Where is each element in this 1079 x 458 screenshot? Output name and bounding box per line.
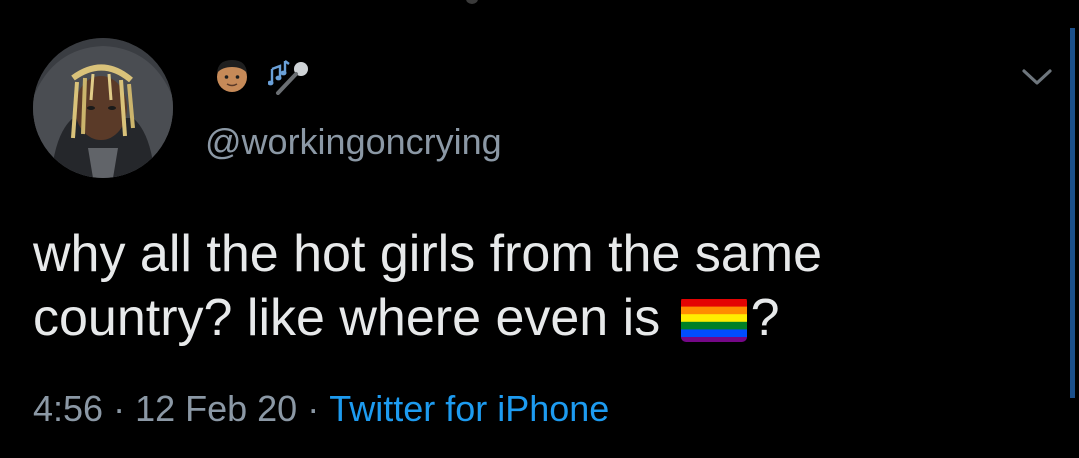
tweet-time[interactable]: 4:56 — [33, 388, 103, 429]
musical-notes-icon — [268, 60, 308, 95]
chevron-down-icon[interactable] — [1018, 62, 1056, 92]
man-emoji-icon — [217, 60, 247, 92]
display-name[interactable] — [212, 52, 312, 98]
scroll-indicator — [466, 0, 478, 4]
scrollbar[interactable] — [1070, 28, 1075, 398]
user-handle[interactable]: @workingoncrying — [205, 121, 502, 163]
tweet-source-link[interactable]: Twitter for iPhone — [329, 388, 609, 429]
separator-dot: · — [113, 388, 126, 429]
tweet-text-line1: why all the hot girls from the same — [33, 225, 822, 283]
tweet-date[interactable]: 12 Feb 20 — [135, 388, 297, 429]
tweet-text-line2: country? like where even is ? — [33, 286, 1033, 350]
rainbow-flag-icon — [680, 296, 747, 342]
tweet-card: @workingoncrying why all the hot girls f… — [0, 0, 1079, 458]
tweet-text: why all the hot girls from the same coun… — [33, 222, 1033, 350]
avatar[interactable] — [33, 38, 173, 178]
avatar-image — [33, 38, 173, 178]
tweet-meta: 4:56 · 12 Feb 20 · Twitter for iPhone — [33, 388, 609, 430]
separator-dot: · — [307, 388, 320, 429]
tweet-text-line2-start: country? like where even is — [33, 289, 675, 347]
tweet-text-line2-end: ? — [750, 289, 780, 347]
